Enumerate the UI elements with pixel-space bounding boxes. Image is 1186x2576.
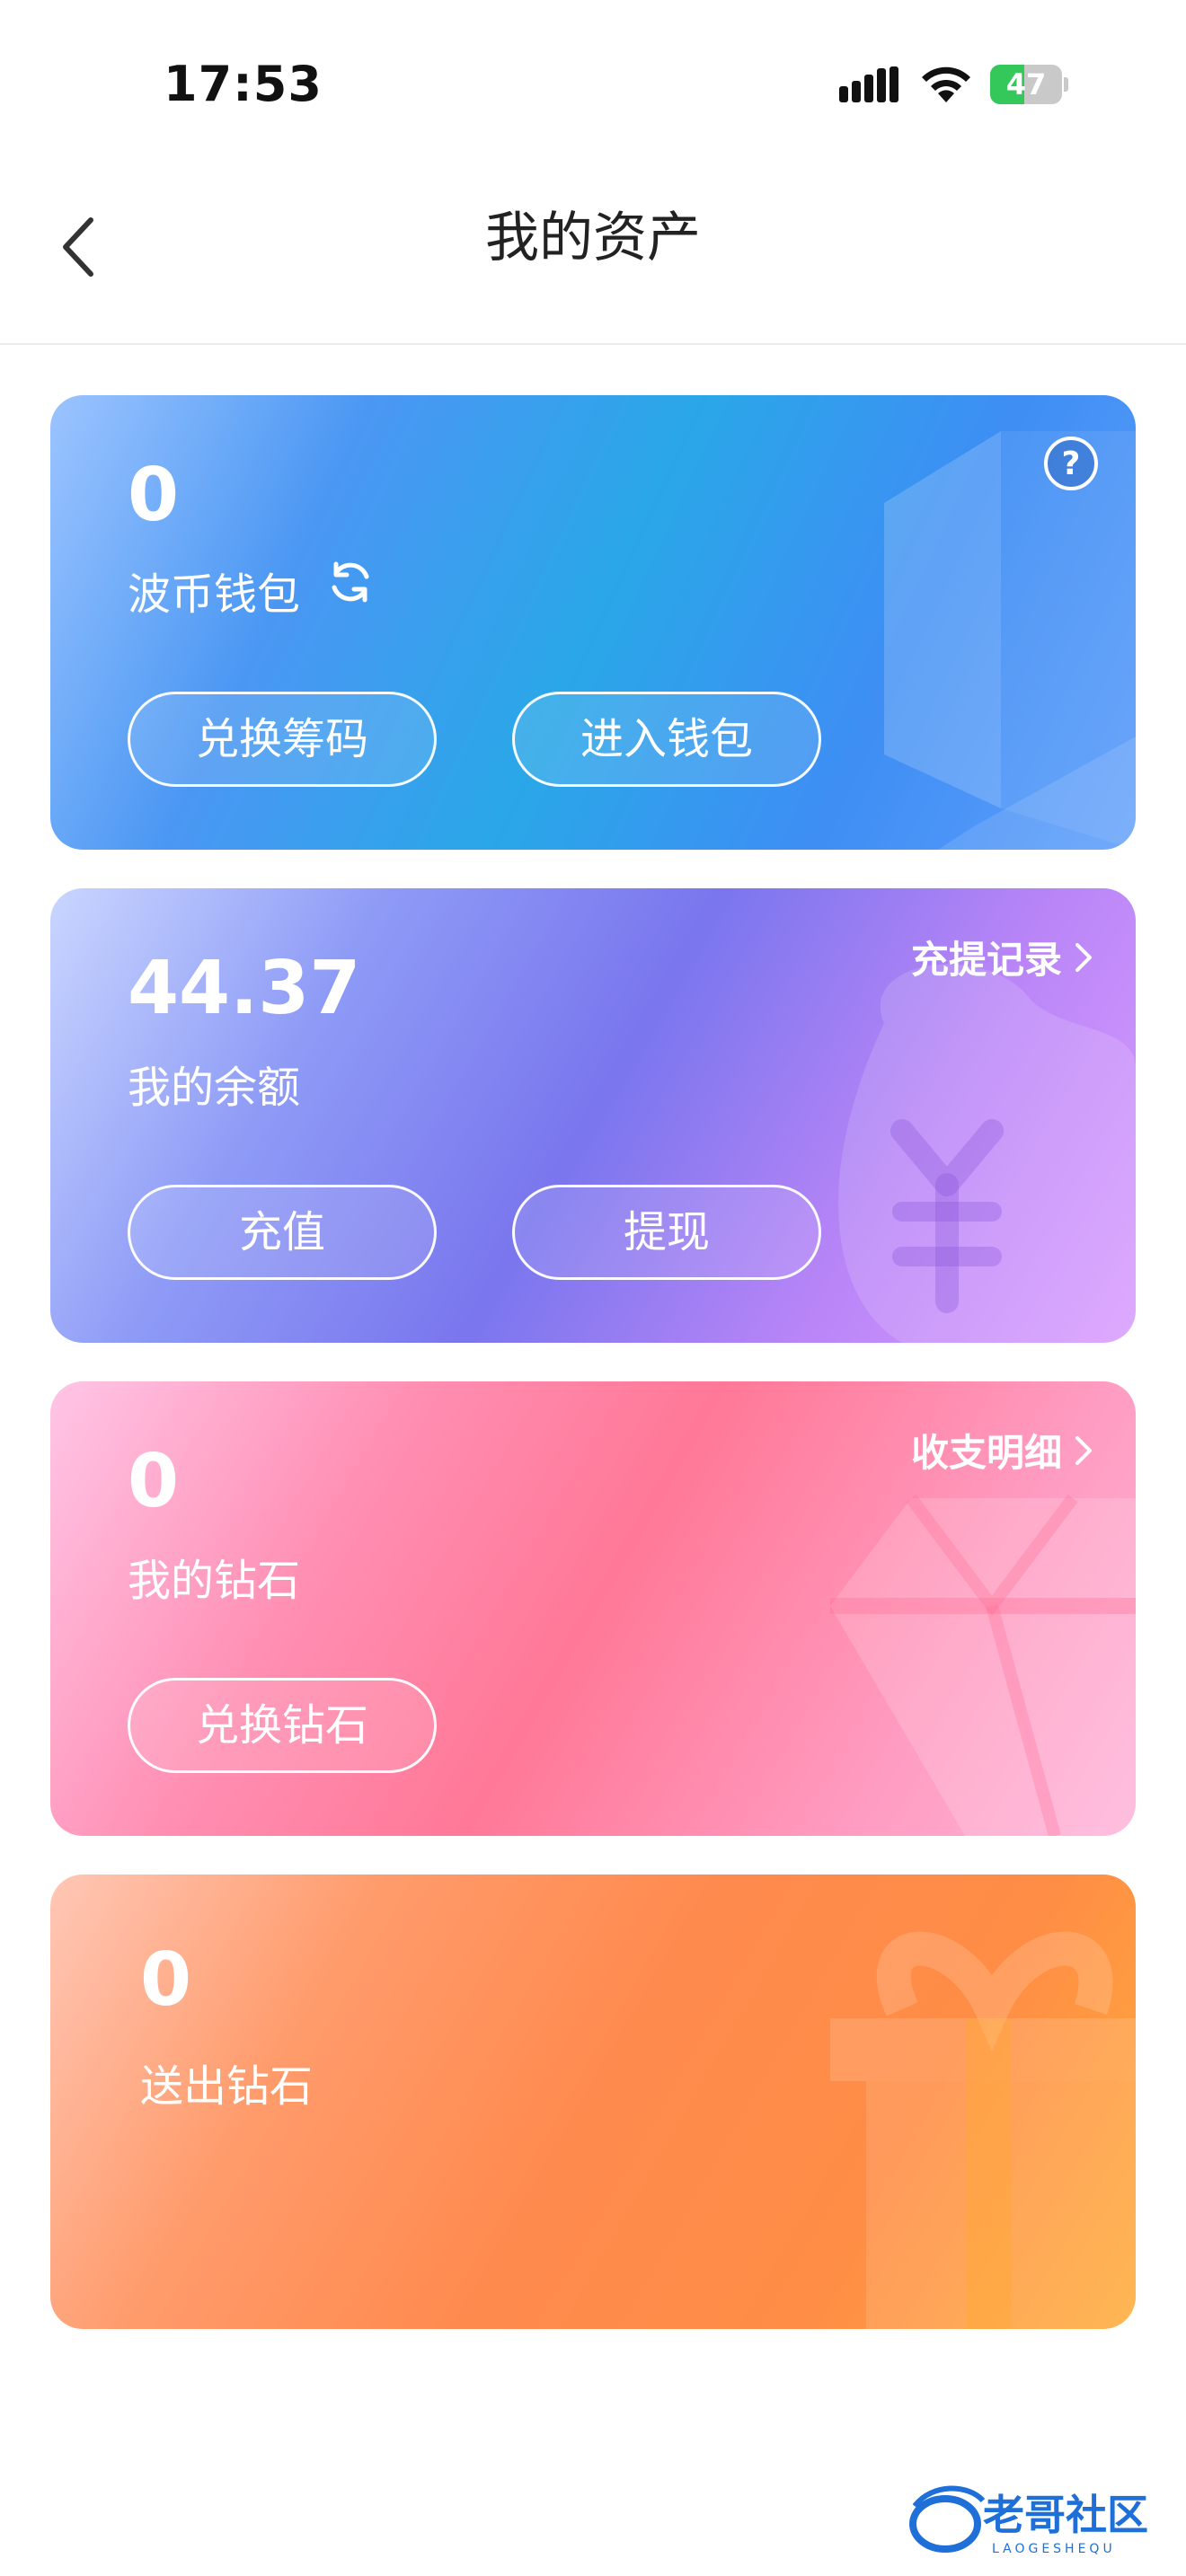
exchange-diamond-button[interactable]: 兑换钻石: [128, 1678, 437, 1773]
diamond-amount: 0: [128, 1439, 180, 1524]
sent-diamond-label: 送出钻石: [140, 2061, 314, 2112]
diamond-card: 收支明细 0 我的钻石 兑换钻石: [50, 1381, 1136, 1836]
enter-wallet-button[interactable]: 进入钱包: [512, 692, 821, 787]
battery-level: 47: [1005, 67, 1047, 101]
laoge-community-logo: 老哥社区 LAOGESHEQU: [909, 2485, 1148, 2556]
wallet-card: ? 0 波币钱包 兑换筹码 进入钱包: [50, 395, 1136, 850]
status-bar: 17:53 47: [0, 0, 1186, 171]
chevron-left-icon: [63, 217, 93, 277]
chevron-right-icon: [1075, 1435, 1092, 1465]
sent-diamond-card: 0 送出钻石: [50, 1875, 1136, 2329]
balance-card: 充提记录 44.37 我的余额 充值 提现: [50, 888, 1136, 1343]
recharge-button[interactable]: 充值: [128, 1185, 437, 1280]
help-icon[interactable]: ?: [1042, 435, 1100, 492]
cellular-signal-icon: [839, 66, 898, 102]
nav-bar: 我的资产: [0, 171, 1186, 345]
sent-diamond-amount: 0: [140, 1937, 192, 2023]
gift-decoration-icon: [830, 1931, 1136, 2329]
exchange-chips-button[interactable]: 兑换筹码: [128, 692, 437, 787]
wallet-amount: 0: [128, 453, 180, 538]
page-title: 我的资产: [485, 207, 701, 269]
wallet-label: 波币钱包: [128, 569, 301, 620]
balance-amount: 44.37: [128, 946, 361, 1031]
withdraw-button[interactable]: 提现: [512, 1185, 821, 1280]
wifi-icon: [922, 66, 970, 102]
battery-indicator: 47: [990, 65, 1068, 104]
status-time: 17:53: [164, 56, 323, 112]
svg-text:LAOGESHEQU: LAOGESHEQU: [992, 2542, 1116, 2556]
recharge-withdraw-records-link[interactable]: 充提记录: [911, 930, 1093, 984]
recharge-withdraw-records-label: 充提记录: [910, 938, 1062, 982]
refresh-icon[interactable]: [325, 557, 376, 607]
income-expense-details-label: 收支明细: [910, 1431, 1062, 1475]
svg-text:?: ?: [1062, 446, 1081, 482]
balance-label: 我的余额: [128, 1063, 301, 1113]
back-button[interactable]: [47, 207, 110, 287]
chevron-right-icon: [1075, 942, 1092, 972]
diamond-label: 我的钻石: [128, 1556, 301, 1606]
income-expense-details-link[interactable]: 收支明细: [911, 1423, 1093, 1478]
svg-text:老哥社区: 老哥社区: [983, 2491, 1148, 2539]
